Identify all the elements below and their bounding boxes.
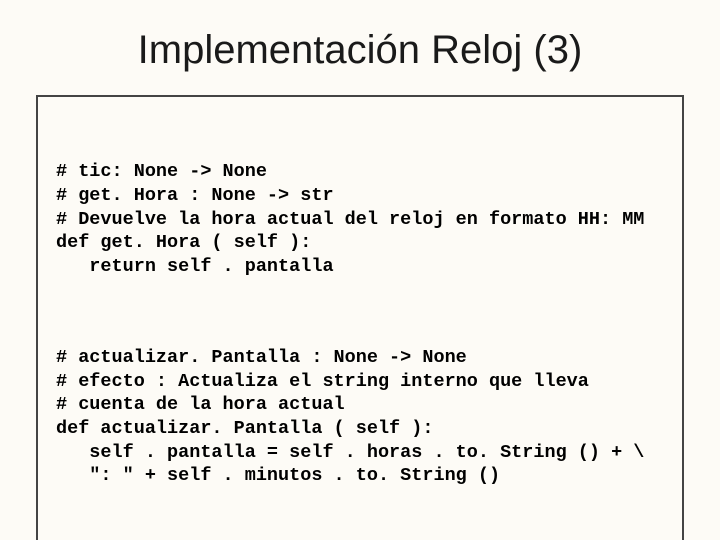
code-block-2: # actualizar. Pantalla : None -> None # …	[56, 346, 664, 488]
code-box: # tic: None -> None # get. Hora : None -…	[36, 95, 684, 540]
slide: Implementación Reloj (3) # tic: None -> …	[0, 0, 720, 540]
page-title: Implementación Reloj (3)	[36, 28, 684, 73]
code-block-1: # tic: None -> None # get. Hora : None -…	[56, 160, 664, 278]
